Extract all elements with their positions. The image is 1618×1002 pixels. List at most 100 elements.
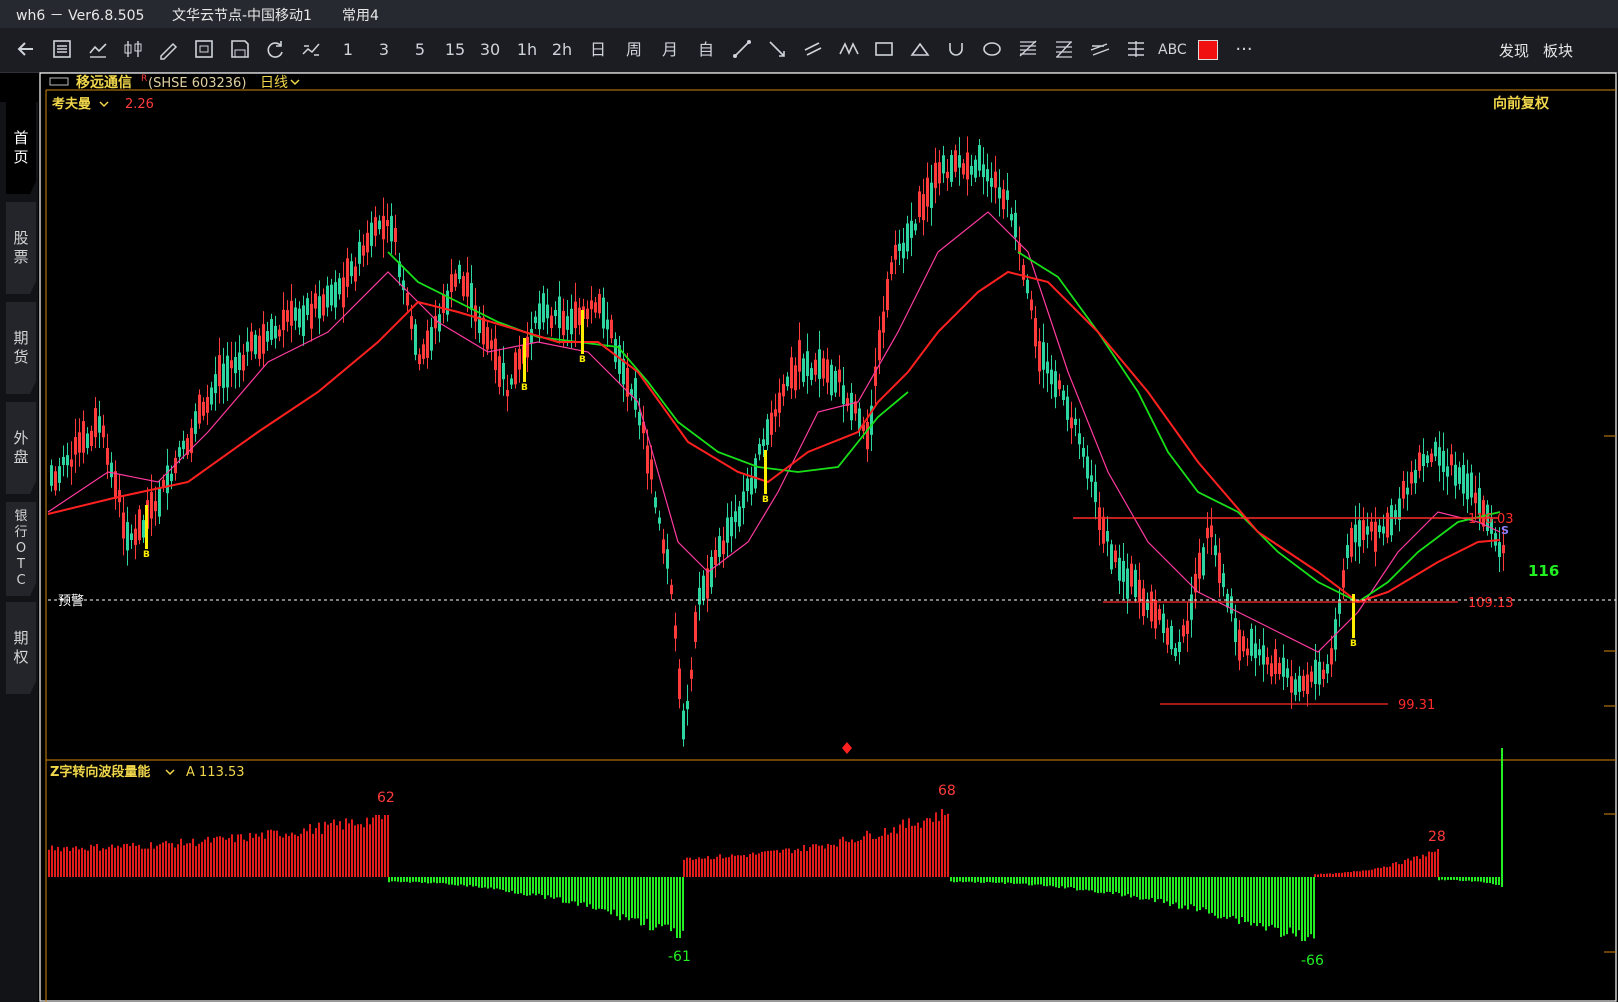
- candle-body: [1250, 628, 1253, 656]
- gann-icon[interactable]: [1052, 38, 1076, 62]
- candle-body: [890, 262, 893, 275]
- ellipse-icon[interactable]: [980, 38, 1004, 62]
- adjust-mode[interactable]: 向前复权: [1493, 95, 1550, 112]
- energy-bar: [959, 877, 961, 882]
- candle-body: [1150, 591, 1153, 622]
- save-icon[interactable]: [228, 38, 252, 62]
- period-custom[interactable]: 自: [694, 38, 718, 62]
- chevron-down-icon[interactable]: [290, 79, 300, 86]
- switch-icon[interactable]: [299, 38, 323, 62]
- candle-body: [474, 305, 477, 322]
- candle-body: [86, 433, 89, 449]
- profile-name[interactable]: 常用4: [342, 5, 379, 25]
- candle-body: [702, 575, 705, 600]
- energy-bar: [1094, 877, 1096, 893]
- candle-body: [362, 245, 365, 256]
- level-label-116: 116.03: [1468, 512, 1514, 527]
- triangle-icon[interactable]: [908, 38, 932, 62]
- sidebar-item-bank-otc[interactable]: 银行OTC: [6, 502, 36, 596]
- color-picker-button[interactable]: [1196, 38, 1220, 62]
- energy-bar: [1338, 872, 1340, 877]
- level-icon[interactable]: [1124, 38, 1148, 62]
- energy-bar: [1419, 858, 1421, 877]
- energy-bar: [863, 836, 865, 877]
- period-30[interactable]: 30: [478, 38, 502, 62]
- energy-bar: [1350, 872, 1352, 877]
- sidebar-item-foreign[interactable]: 外盘: [6, 402, 36, 494]
- energy-bar: [962, 877, 964, 883]
- energy-bar: [339, 821, 341, 877]
- fibonacci-icon[interactable]: [1016, 38, 1040, 62]
- energy-bar: [686, 857, 688, 877]
- period-month[interactable]: 月: [658, 38, 682, 62]
- candle-body: [1034, 318, 1037, 347]
- sidebar-item-stocks[interactable]: 股票: [6, 202, 36, 294]
- indicator-name[interactable]: 考夫曼: [52, 96, 91, 112]
- back-arrow-icon[interactable]: [14, 38, 38, 62]
- energy-bar: [475, 877, 477, 887]
- sidebar-item-label: 期货: [13, 329, 29, 366]
- energy-bar: [1130, 877, 1132, 898]
- period-5[interactable]: 5: [408, 38, 432, 62]
- energy-bar: [102, 848, 104, 877]
- discover-link[interactable]: 发现: [1499, 40, 1529, 61]
- energy-bar: [896, 833, 898, 877]
- period-day[interactable]: 日: [586, 38, 610, 62]
- energy-bar: [424, 877, 426, 883]
- text-tool-button[interactable]: ABC: [1158, 38, 1187, 62]
- candlestick-icon[interactable]: [121, 38, 145, 62]
- chart-area[interactable]: 移远通信 R (SHSE 603236) 日线 考夫曼 2.26 向前复权 B B…: [38, 72, 1618, 1002]
- more-button[interactable]: ···: [1232, 38, 1256, 62]
- channel-icon[interactable]: [1088, 38, 1112, 62]
- sidebar-item-options[interactable]: 期权: [6, 602, 36, 694]
- sidebar-item-futures[interactable]: 期货: [6, 302, 36, 394]
- candle-body: [694, 612, 697, 642]
- sub-indicator-name[interactable]: Z字转向波段量能: [50, 764, 150, 780]
- arc-icon[interactable]: [944, 38, 968, 62]
- energy-bar: [652, 877, 654, 931]
- period-15[interactable]: 15: [443, 38, 467, 62]
- chevron-down-icon[interactable]: [99, 101, 109, 108]
- energy-bar: [944, 815, 946, 877]
- period-2h[interactable]: 2h: [550, 38, 574, 62]
- energy-bar: [782, 849, 784, 877]
- line-chart-icon[interactable]: [86, 38, 110, 62]
- refresh-icon[interactable]: [263, 38, 287, 62]
- energy-bar: [932, 821, 934, 877]
- energy-bar: [499, 877, 501, 890]
- energy-bar: [442, 877, 444, 883]
- zigzag-icon[interactable]: [837, 38, 861, 62]
- candle-body: [1130, 563, 1133, 587]
- ray-icon[interactable]: [765, 38, 789, 62]
- sidebar-item-home[interactable]: 首页: [6, 102, 36, 194]
- period-1h[interactable]: 1h: [515, 38, 539, 62]
- candle-body: [102, 425, 105, 438]
- period-selector[interactable]: 日线: [260, 75, 288, 91]
- energy-bar: [845, 841, 847, 877]
- period-week[interactable]: 周: [622, 38, 646, 62]
- candle-body: [446, 290, 449, 315]
- energy-bar: [1229, 877, 1231, 918]
- grid-chart-icon[interactable]: [192, 38, 216, 62]
- candle-body: [1314, 659, 1317, 685]
- list-icon[interactable]: [50, 38, 74, 62]
- candle-body: [1374, 521, 1377, 552]
- candle-body: [270, 319, 273, 340]
- candle-body: [278, 329, 281, 337]
- chevron-down-icon[interactable]: [165, 769, 175, 776]
- energy-bar: [725, 857, 727, 877]
- rectangle-icon[interactable]: [872, 38, 896, 62]
- sector-link[interactable]: 板块: [1543, 40, 1573, 61]
- line-segment-icon[interactable]: [730, 38, 754, 62]
- pencil-chart-icon[interactable]: [156, 38, 180, 62]
- candle-body: [982, 164, 985, 178]
- energy-bar: [138, 844, 140, 877]
- candle-body: [1386, 512, 1389, 538]
- parallel-lines-icon[interactable]: [801, 38, 825, 62]
- energy-bar: [625, 877, 627, 918]
- energy-bar: [255, 833, 257, 877]
- server-name[interactable]: 文华云节点-中国移动1: [172, 5, 312, 25]
- period-1[interactable]: 1: [336, 38, 360, 62]
- period-3[interactable]: 3: [372, 38, 396, 62]
- candle-body: [1030, 299, 1033, 311]
